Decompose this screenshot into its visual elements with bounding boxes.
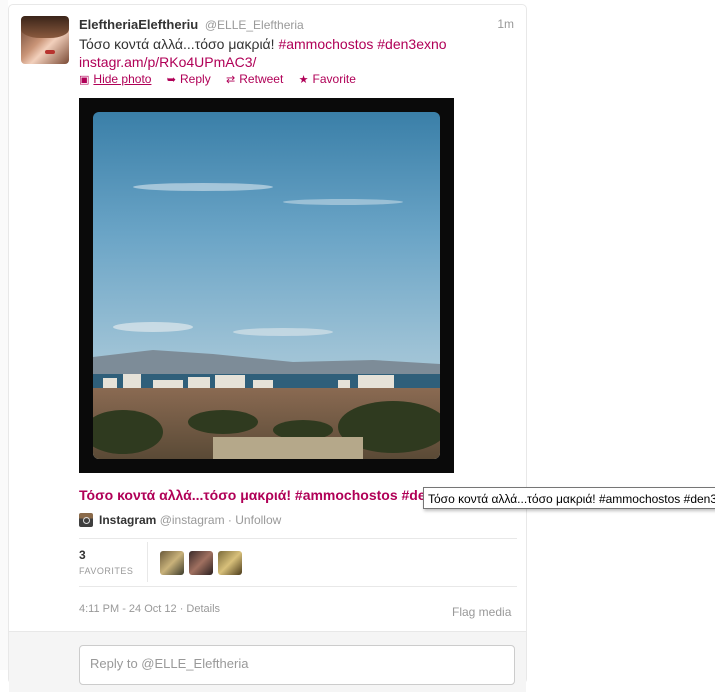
unfollow-button[interactable]: Unfollow	[235, 513, 281, 527]
stats-separator	[147, 542, 148, 582]
details-link[interactable]: Details	[186, 603, 220, 615]
favorites-label: FAVORITES	[79, 566, 134, 576]
source-name[interactable]: Instagram	[99, 513, 156, 527]
hashtag-den3exno[interactable]: #den3exno	[377, 36, 446, 52]
hashtag-ammochostos[interactable]: #ammochostos	[278, 36, 373, 52]
tweet-timestamp[interactable]: 1m	[497, 17, 514, 31]
tweet-date[interactable]: 4:11 PM - 24 Oct 12	[79, 603, 177, 615]
tweet-link[interactable]: instagr.am/p/RKo4UPmAC3/	[79, 54, 256, 70]
tweet-meta: 4:11 PM - 24 Oct 12 · Details	[79, 603, 220, 615]
tweet-card: EleftheriaEleftheriu @ELLE_Eleftheria 1m…	[8, 4, 527, 692]
photo-image	[93, 112, 440, 459]
hide-photo-button[interactable]: ▣ Hide photo	[79, 72, 151, 86]
retweet-label: Retweet	[239, 72, 284, 86]
star-icon: ★	[298, 74, 309, 86]
favoriter-avatar-3[interactable]	[218, 551, 242, 575]
media-source: Instagram @instagram · Unfollow	[79, 513, 281, 527]
user-fullname[interactable]: EleftheriaEleftheriu	[79, 17, 198, 32]
hide-photo-label: Hide photo	[93, 72, 152, 86]
favorite-label: Favorite	[312, 72, 356, 86]
user-handle[interactable]: @ELLE_Eleftheria	[205, 18, 304, 32]
page-background	[0, 0, 8, 670]
favorites-count[interactable]: 3	[79, 548, 86, 562]
tweet-text: Τόσο κοντά αλλά...τόσο μακριά! #ammochos…	[79, 35, 509, 71]
favoriter-avatar-2[interactable]	[189, 551, 213, 575]
source-handle[interactable]: @instagram	[160, 513, 225, 527]
user-avatar[interactable]	[21, 16, 69, 64]
source-separator: ·	[227, 513, 232, 527]
reply-icon: ➥	[166, 74, 177, 86]
photo-icon: ▣	[79, 74, 90, 86]
retweet-button[interactable]: ⇄ Retweet	[226, 72, 283, 86]
photo-caption[interactable]: Τόσο κοντά αλλά...τόσο μακριά! #ammochos…	[79, 487, 439, 503]
retweet-icon: ⇄	[226, 74, 236, 86]
reply-label: Reply	[180, 72, 211, 86]
tweet-header: EleftheriaEleftheriu @ELLE_Eleftheria	[79, 17, 304, 32]
meta-separator: ·	[179, 603, 184, 615]
divider	[79, 538, 517, 539]
tweet-photo[interactable]	[79, 98, 454, 473]
caption-tooltip: Τόσο κοντά αλλά...τόσο μακριά! #ammochos…	[423, 487, 715, 509]
reply-button[interactable]: ➥ Reply	[167, 72, 211, 86]
reply-input[interactable]: Reply to @ELLE_Eleftheria	[79, 645, 515, 685]
tweet-actions: ▣ Hide photo ➥ Reply ⇄ Retweet ★ Favorite	[79, 72, 368, 86]
favorite-button[interactable]: ★ Favorite	[299, 72, 356, 86]
instagram-icon	[79, 513, 93, 527]
tweet-body: Τόσο κοντά αλλά...τόσο μακριά!	[79, 36, 275, 52]
favoriter-avatar-1[interactable]	[160, 551, 184, 575]
divider	[79, 586, 517, 587]
flag-media-link[interactable]: Flag media	[452, 605, 511, 619]
